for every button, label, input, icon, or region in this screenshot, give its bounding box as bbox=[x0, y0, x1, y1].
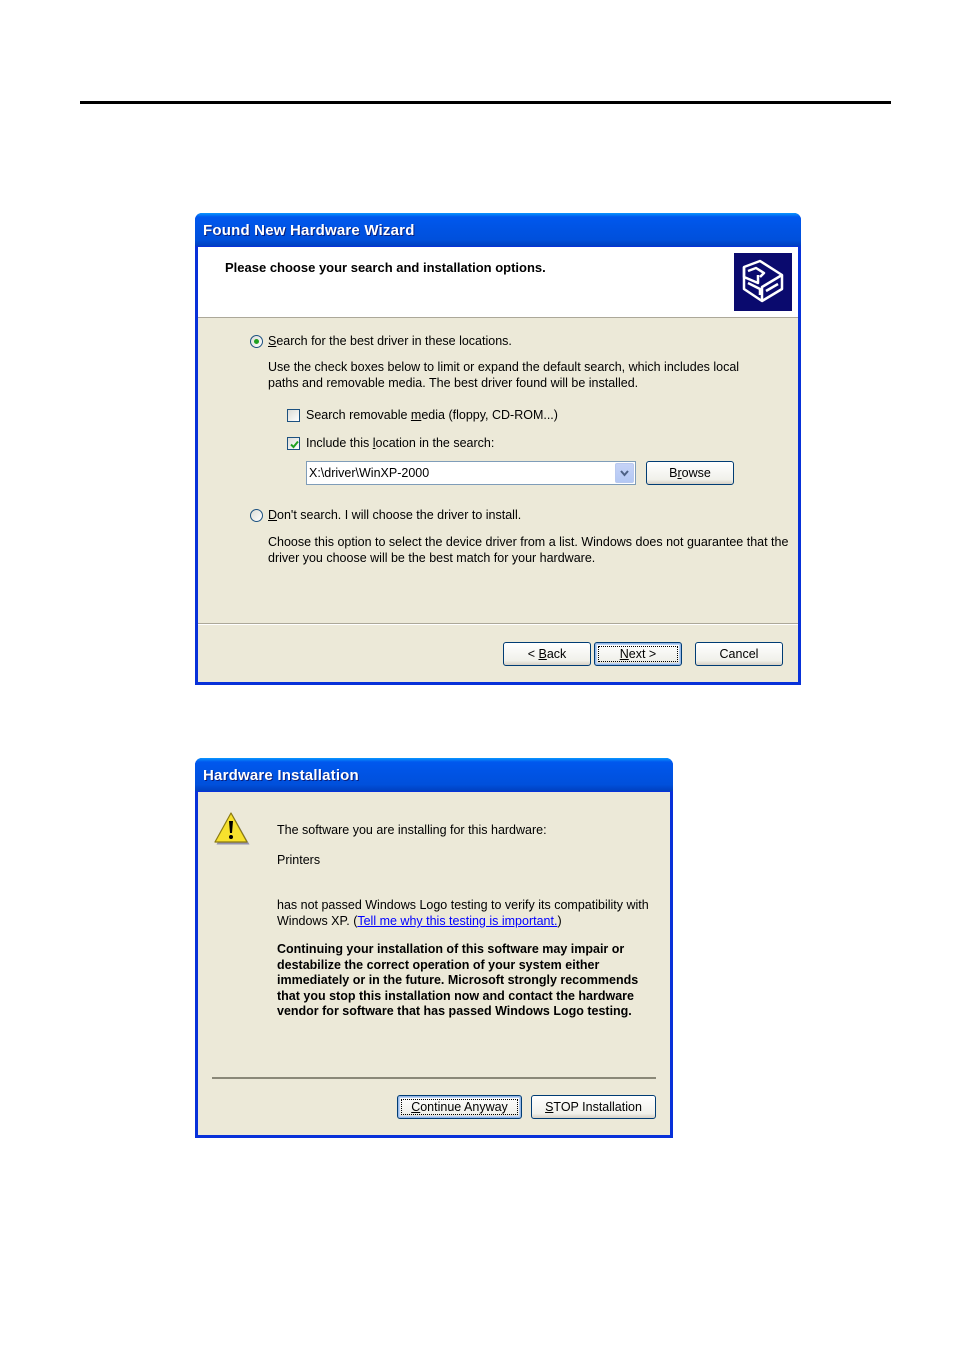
label-text: ack bbox=[546, 647, 567, 661]
access-key: B bbox=[538, 647, 547, 661]
dialog-client-area: The software you are installing for this… bbox=[198, 792, 670, 1135]
back-button[interactable]: < Back bbox=[503, 642, 591, 666]
browse-button[interactable]: Browse bbox=[646, 461, 734, 485]
label-text: earch for the best driver in these locat… bbox=[276, 334, 512, 348]
hardware-installation-window: Hardware Installation The software you a… bbox=[195, 758, 673, 1138]
window-title: Hardware Installation bbox=[203, 767, 359, 784]
stop-installation-button[interactable]: STOP Installation bbox=[531, 1095, 656, 1119]
dont-search-description: Choose this option to select the device … bbox=[268, 535, 789, 565]
title-bar[interactable]: Hardware Installation bbox=[195, 758, 673, 791]
wizard-header-title: Please choose your search and installati… bbox=[225, 260, 546, 275]
next-button[interactable]: Next > bbox=[594, 642, 682, 666]
title-bar[interactable]: Found New Hardware Wizard bbox=[195, 213, 801, 246]
include-location-checkbox[interactable] bbox=[287, 437, 300, 450]
label-text: Include this bbox=[306, 436, 373, 450]
dont-search-radio[interactable] bbox=[250, 509, 263, 522]
found-new-hardware-wizard-window: Found New Hardware Wizard Please choose … bbox=[195, 213, 801, 685]
search-removable-media-checkbox[interactable] bbox=[287, 409, 300, 422]
continue-anyway-button[interactable]: Continue Anyway bbox=[397, 1095, 522, 1119]
focus-rect bbox=[398, 1096, 521, 1118]
checkmark-icon bbox=[290, 440, 299, 449]
page-header-rule bbox=[80, 101, 891, 104]
focus-rect bbox=[595, 643, 681, 665]
button-separator bbox=[212, 1077, 656, 1079]
include-location-label[interactable]: Include this location in the search: bbox=[306, 436, 494, 450]
label-text: < bbox=[527, 647, 539, 661]
logo-notice: has not passed Windows Logo testing to v… bbox=[277, 897, 649, 929]
dropdown-button[interactable] bbox=[615, 463, 634, 483]
search-best-driver-label[interactable]: Search for the best driver in these loca… bbox=[268, 334, 512, 348]
label-text: on't search. I will choose the driver to… bbox=[277, 508, 522, 522]
search-removable-media-label[interactable]: Search removable media (floppy, CD-ROM..… bbox=[306, 408, 558, 422]
dont-search-label[interactable]: Don't search. I will choose the driver t… bbox=[268, 508, 521, 522]
cancel-button[interactable]: Cancel bbox=[695, 642, 783, 666]
device-name: Printers bbox=[277, 853, 321, 867]
intro-text: The software you are installing for this… bbox=[277, 823, 547, 837]
label-text: owse bbox=[681, 466, 711, 480]
chevron-down-icon bbox=[620, 470, 629, 477]
search-best-driver-description: Use the check boxes below to limit or ex… bbox=[268, 360, 740, 390]
window-title: Found New Hardware Wizard bbox=[203, 222, 415, 239]
label-text: edia (floppy, CD-ROM...) bbox=[421, 408, 558, 422]
access-key: m bbox=[410, 408, 422, 422]
search-best-driver-radio[interactable] bbox=[250, 335, 263, 348]
access-key: D bbox=[268, 508, 278, 522]
label-text: Search removable bbox=[306, 408, 411, 422]
location-combobox[interactable]: X:\driver\WinXP-2000 bbox=[306, 461, 636, 485]
wizard-header: Please choose your search and installati… bbox=[198, 247, 798, 318]
location-value[interactable]: X:\driver\WinXP-2000 bbox=[309, 466, 429, 480]
why-testing-important-link[interactable]: Tell me why this testing is important. bbox=[357, 914, 557, 928]
warning-text: Continuing your installation of this sof… bbox=[277, 942, 639, 1019]
button-separator bbox=[198, 623, 798, 625]
warning-icon bbox=[212, 810, 250, 849]
hardware-install-icon bbox=[734, 253, 792, 311]
label-text: ) bbox=[557, 914, 562, 928]
label-text: TOP Installation bbox=[553, 1100, 642, 1114]
wizard-client-area: Please choose your search and installati… bbox=[198, 247, 798, 682]
label-text: ocation in the search: bbox=[375, 436, 495, 450]
